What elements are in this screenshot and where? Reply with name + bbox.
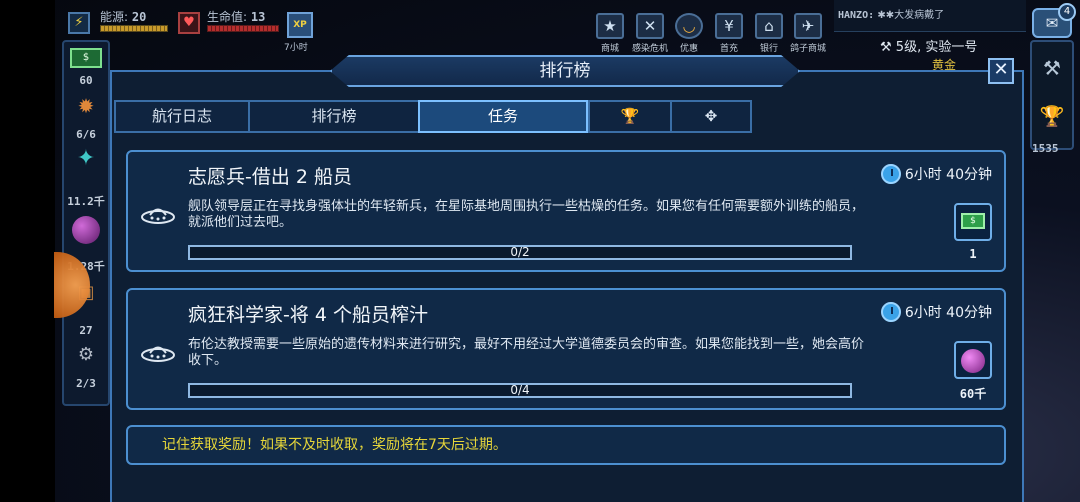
mission-progress: 0/2 bbox=[188, 245, 852, 260]
item-value: 27 bbox=[79, 324, 93, 337]
player-rank: ⚒ 5级, 实验一号 bbox=[880, 36, 977, 55]
shop-icon[interactable]: ★ bbox=[596, 13, 624, 39]
mission-reward-button[interactable]: $ bbox=[954, 203, 992, 241]
cash-icon[interactable]: $ bbox=[70, 48, 102, 68]
orb-icon bbox=[961, 349, 985, 373]
xp-icon[interactable]: XP bbox=[287, 12, 313, 38]
xp-timer: 7小时 bbox=[284, 43, 308, 53]
hammer-icon[interactable]: ⚒ bbox=[1032, 56, 1072, 80]
tab-arrows-icon[interactable]: ✥ bbox=[670, 100, 752, 133]
energy-icon: ⚡ bbox=[68, 12, 90, 34]
energy-text: 能源: 20 bbox=[100, 8, 146, 25]
cash-value: 60 bbox=[79, 74, 93, 87]
mission-reward-label: 60千 bbox=[959, 387, 987, 401]
modal-title: 排行榜 bbox=[330, 55, 800, 87]
mission-card: 疯狂科学家-将 4 个船员榨汁 6小时 40分钟 布伦达教授需要一些原始的遗传材… bbox=[126, 288, 1006, 410]
first-recharge-icon[interactable]: ¥ bbox=[715, 13, 743, 39]
health-bar bbox=[207, 25, 279, 32]
tab-bar: 航行日志 排行榜 任务 🏆 ✥ bbox=[114, 100, 752, 133]
crystal-value: 11.2千 bbox=[67, 195, 105, 208]
clock-icon bbox=[880, 164, 901, 184]
chat-sender: HANZO: bbox=[838, 10, 875, 21]
crew-icon[interactable]: ✹ bbox=[64, 94, 108, 118]
energy-label: 能源: bbox=[100, 10, 129, 24]
mission-time: 6小时 40分钟 bbox=[904, 167, 992, 183]
offer-label: 优惠 bbox=[679, 44, 698, 54]
parts-value: 2/3 bbox=[76, 377, 96, 390]
reward-expiry-notice: 记住获取奖励！如果不及时收取，奖励将在7天后过期。 bbox=[126, 425, 1006, 465]
crystal-icon[interactable]: ✦ bbox=[64, 146, 108, 171]
pigeon-shop-icon[interactable]: ✈ bbox=[794, 13, 822, 39]
resource-sidebar: $ 60 ✹ 6/6 ✦ 11.2千 1.28千 ▣ 27 ⚙ 2/3 bbox=[62, 40, 110, 406]
parts-icon[interactable]: ⚙ bbox=[64, 344, 108, 365]
cash-icon: $ bbox=[961, 213, 985, 229]
health-value: 13 bbox=[250, 10, 266, 24]
close-button[interactable]: ✕ bbox=[988, 58, 1014, 84]
orb-icon[interactable] bbox=[72, 216, 100, 244]
trophy-icon[interactable]: 🏆 bbox=[1032, 104, 1072, 128]
tab-missions[interactable]: 任务 bbox=[418, 100, 588, 133]
health-text: 生命值: 13 bbox=[207, 8, 265, 25]
mission-progress: 0/4 bbox=[188, 383, 852, 398]
energy-value: 20 bbox=[131, 10, 147, 24]
trophy-count: 1535 bbox=[1032, 142, 1059, 155]
mission-description: 布伦达教授需要一些原始的遗传材料来进行研究，最好不用经过大学道德委员会的审查。如… bbox=[188, 337, 865, 368]
mission-title: 疯狂科学家-将 4 个船员榨汁 bbox=[188, 304, 429, 326]
mission-timer: 6小时 40分钟 bbox=[880, 164, 992, 184]
ufo-icon bbox=[141, 346, 175, 362]
chat-badge: 4 bbox=[1058, 3, 1076, 21]
tab-voyage-log[interactable]: 航行日志 bbox=[114, 100, 248, 133]
infection-crisis-label: 感染危机 bbox=[631, 44, 668, 54]
anvil-icon: ⚒ bbox=[880, 40, 892, 55]
ufo-icon bbox=[141, 208, 175, 224]
health-label: 生命值: bbox=[207, 10, 248, 24]
tab-leaderboard[interactable]: 排行榜 bbox=[248, 100, 418, 133]
bank-label: 银行 bbox=[759, 44, 778, 54]
shop-label: 商城 bbox=[600, 44, 619, 54]
left-letterbox bbox=[0, 0, 55, 502]
mission-timer: 6小时 40分钟 bbox=[880, 302, 992, 322]
mission-description: 舰队领导层正在寻找身强体壮的年轻新兵，在星际基地周围执行一些枯燥的任务。如果您有… bbox=[188, 199, 865, 230]
mission-reward-label: 1 bbox=[969, 247, 977, 261]
player-rank-text: 5级, 实验一号 bbox=[895, 40, 978, 55]
chat-preview[interactable]: HANZO: ✱✱大发病戴了 bbox=[834, 0, 1026, 32]
heart-icon: ♥ bbox=[178, 12, 200, 34]
tab-trophy-icon[interactable]: 🏆 bbox=[588, 100, 670, 133]
crew-value: 6/6 bbox=[76, 128, 96, 141]
mission-reward-button[interactable] bbox=[954, 341, 992, 379]
offer-icon[interactable]: ◡ bbox=[675, 13, 703, 39]
pigeon-shop-label: 鸽子商城 bbox=[789, 44, 826, 54]
infection-crisis-icon[interactable]: ✕ bbox=[636, 13, 664, 39]
bank-icon[interactable]: ⌂ bbox=[755, 13, 783, 39]
energy-bar bbox=[100, 25, 168, 32]
mission-time: 6小时 40分钟 bbox=[904, 305, 992, 321]
mission-title: 志愿兵-借出 2 船员 bbox=[188, 166, 353, 188]
first-recharge-label: 首充 bbox=[719, 44, 738, 54]
clock-icon bbox=[880, 302, 901, 322]
chat-message: ✱✱大发病戴了 bbox=[877, 10, 945, 21]
right-sidebar: ⚒ 🏆 bbox=[1030, 40, 1074, 150]
mission-card: 志愿兵-借出 2 船员 6小时 40分钟 舰队领导层正在寻找身强体壮的年轻新兵，… bbox=[126, 150, 1006, 272]
